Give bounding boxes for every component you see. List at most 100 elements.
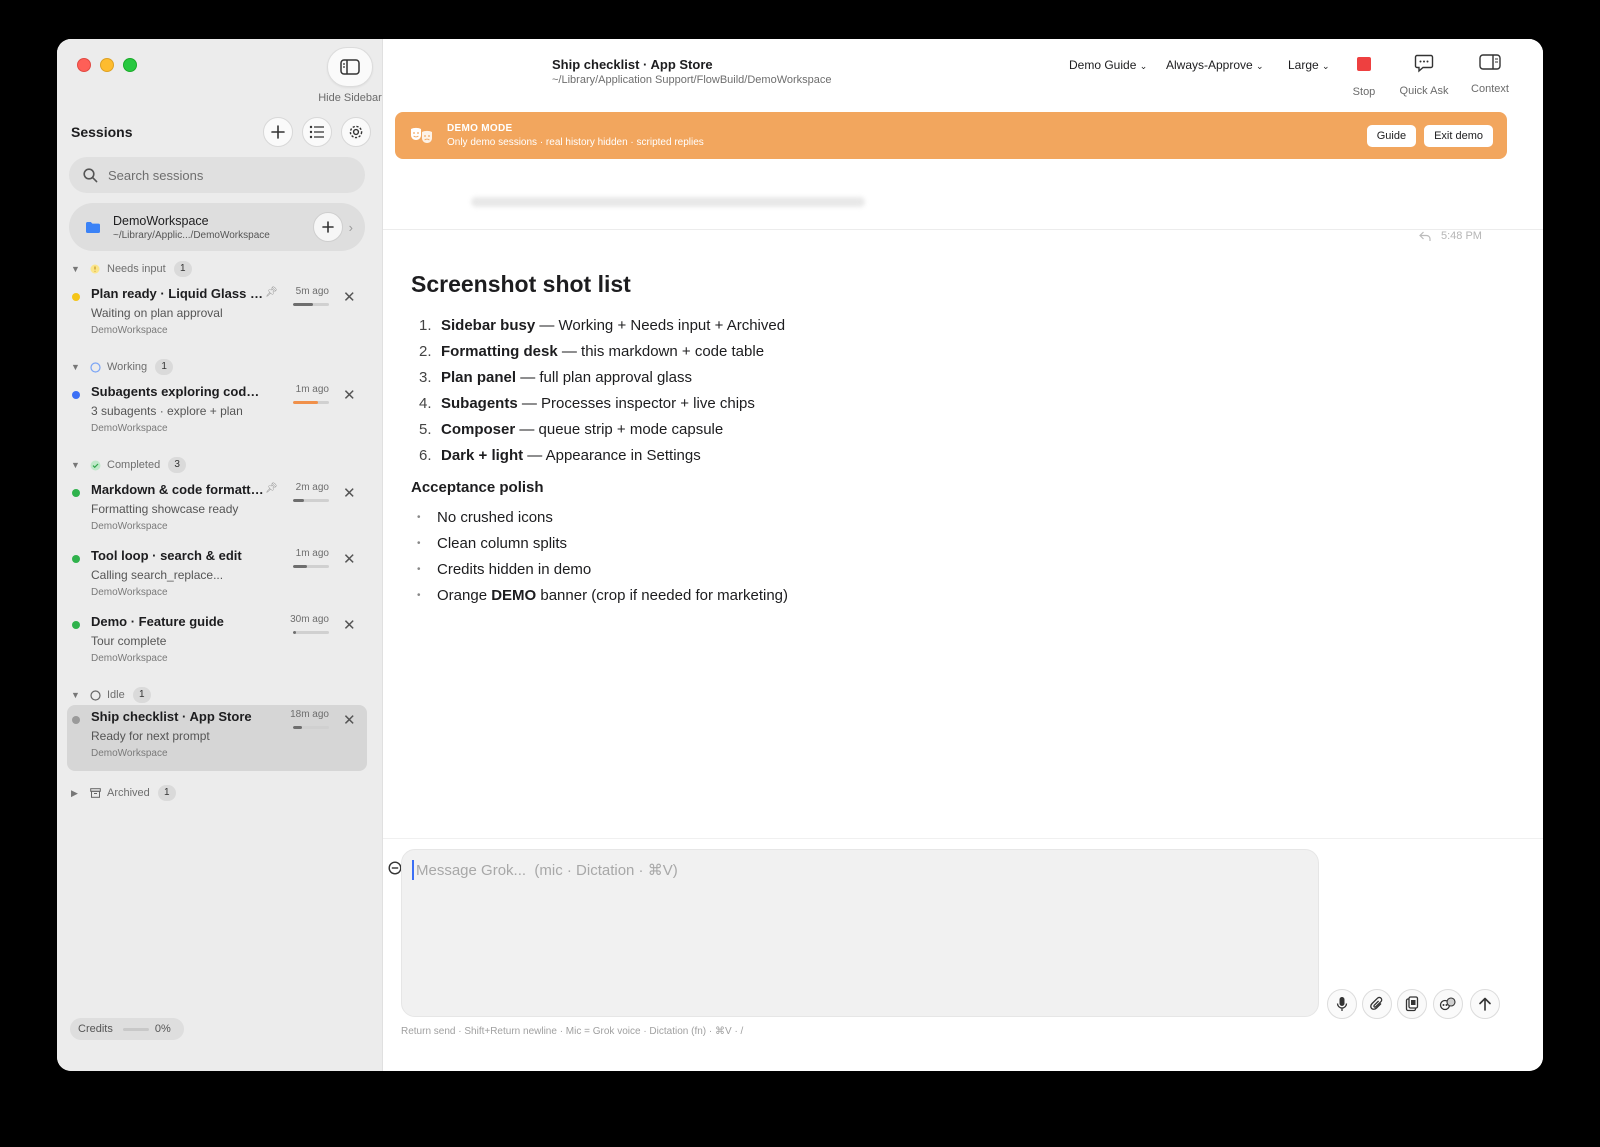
list-view-button[interactable] xyxy=(302,117,332,147)
session-progress-fill xyxy=(293,565,308,568)
session-item[interactable]: Markdown & code formatting 📌︎ Formatting s… xyxy=(67,478,367,540)
attach-button[interactable] xyxy=(1362,989,1392,1019)
session-item[interactable]: Subagents exploring codebase 3 subagents … xyxy=(67,380,367,442)
new-session-button[interactable] xyxy=(263,117,293,147)
pin-icon[interactable]: 📌︎ xyxy=(265,287,278,298)
send-button[interactable] xyxy=(1470,989,1500,1019)
close-icon[interactable]: ✕ xyxy=(343,550,356,568)
list-item-bold: Composer xyxy=(441,420,516,438)
keyboard-hints: Return send · Shift+Return newline · Mic… xyxy=(401,1026,744,1037)
close-icon[interactable]: ✕ xyxy=(343,616,356,634)
size-dropdown[interactable]: Large ⌄ xyxy=(1288,58,1330,72)
session-subtitle: Ready for next prompt xyxy=(91,729,210,743)
reply-arrow-icon[interactable] xyxy=(1419,231,1431,242)
plus-icon xyxy=(321,221,334,233)
close-icon[interactable]: ✕ xyxy=(343,386,356,404)
session-time: 1m ago xyxy=(295,548,329,559)
bullet-text: Clean column splits xyxy=(437,534,568,552)
session-workspace: DemoWorkspace xyxy=(91,325,168,336)
quick-ask-button[interactable]: Quick Ask xyxy=(1392,53,1456,97)
banner-title: DEMO MODE xyxy=(447,123,513,134)
session-subtitle: Formatting showcase ready xyxy=(91,502,239,516)
close-window-button[interactable] xyxy=(77,58,91,72)
approval-dropdown-label: Always-Approve xyxy=(1166,58,1253,72)
approval-dropdown[interactable]: Always-Approve ⌄ xyxy=(1166,58,1264,72)
group-needs-input[interactable]: ▼ Needs input 1 xyxy=(71,260,192,278)
doc-subheading: Acceptance polish xyxy=(411,479,544,496)
session-progress-fill xyxy=(293,499,304,502)
list-item: 6. Dark + light — Appearance in Settings xyxy=(411,442,1111,468)
guide-button[interactable]: Guide xyxy=(1366,124,1417,147)
message-input[interactable] xyxy=(412,860,1292,880)
sidebar-toggle-icon xyxy=(327,47,373,87)
session-progress-fill xyxy=(293,726,302,729)
group-completed[interactable]: ▼ Completed 3 xyxy=(71,456,187,474)
credits-bar xyxy=(122,1027,149,1031)
context-button[interactable]: Context xyxy=(1458,53,1522,95)
mode-capsule-icon[interactable] xyxy=(388,861,402,880)
exit-demo-button[interactable]: Exit demo xyxy=(1424,124,1493,147)
add-workspace-session-button[interactable] xyxy=(312,212,343,242)
session-item[interactable]: Tool loop · search & edit Calling search_… xyxy=(67,544,367,606)
chevron-down-icon: ⌄ xyxy=(1139,61,1148,71)
group-count: 3 xyxy=(168,457,187,473)
session-title: Subagents exploring codebase xyxy=(91,384,266,399)
working-circle-icon xyxy=(89,361,101,373)
clipboard-icon xyxy=(1405,996,1419,1012)
guide-dropdown[interactable]: Demo Guide ⌄ xyxy=(1069,58,1147,72)
traffic-lights xyxy=(77,58,137,72)
session-item-active[interactable]: Ship checklist · App Store Ready for next… xyxy=(67,705,367,771)
zoom-window-button[interactable] xyxy=(123,58,137,72)
close-icon[interactable]: ✕ xyxy=(343,711,356,729)
status-dot xyxy=(72,621,80,629)
chevron-right-icon: ▶ xyxy=(71,787,78,798)
alert-icon xyxy=(89,263,101,275)
chevron-right-icon[interactable]: › xyxy=(349,220,353,235)
session-title: Plan ready · Liquid Glass panel xyxy=(91,286,266,301)
session-item[interactable]: Plan ready · Liquid Glass panel 📌︎ Waiting… xyxy=(67,282,367,344)
search-sessions[interactable]: Search sessions xyxy=(69,157,365,193)
session-progress xyxy=(293,401,329,404)
demo-banner: DEMO MODE Only demo sessions · real hist… xyxy=(395,112,1507,159)
list-item-bold: Sidebar busy xyxy=(441,316,536,334)
search-input[interactable]: Search sessions xyxy=(108,168,203,183)
message-meta: 5:48 PM xyxy=(1419,230,1482,242)
stop-icon xyxy=(1357,57,1371,71)
sidebar: Hide Sidebar Sessions Search sessions De… xyxy=(57,39,383,1071)
bullet-item: • No crushed icons xyxy=(411,504,1111,530)
stop-button[interactable]: Stop xyxy=(1332,53,1396,98)
status-dot xyxy=(72,293,80,301)
group-count: 1 xyxy=(132,687,151,703)
message-time: 5:48 PM xyxy=(1441,230,1482,242)
mic-button[interactable] xyxy=(1327,989,1357,1019)
list-item-bold: Plan panel xyxy=(441,368,517,386)
composer[interactable] xyxy=(401,849,1319,1017)
group-idle[interactable]: ▼ Idle 1 xyxy=(71,686,151,704)
settings-button[interactable] xyxy=(341,117,371,147)
paste-button[interactable] xyxy=(1397,989,1427,1019)
group-working[interactable]: ▼ Working 1 xyxy=(71,358,174,376)
session-title: Demo · Feature guide xyxy=(91,614,224,629)
close-icon[interactable]: ✕ xyxy=(343,288,356,306)
minimize-window-button[interactable] xyxy=(100,58,114,72)
workspace-info: DemoWorkspace ~/Library/Applic.../DemoWo… xyxy=(113,214,313,241)
paperclip-icon xyxy=(1370,996,1383,1010)
close-icon[interactable]: ✕ xyxy=(343,484,356,502)
bullet-item: • Credits hidden in demo xyxy=(411,556,1111,582)
status-dot xyxy=(72,391,80,399)
pin-icon[interactable]: 📌︎ xyxy=(265,483,278,494)
size-dropdown-label: Large xyxy=(1288,58,1319,72)
list-item-text: — full plan approval glass xyxy=(516,368,692,386)
folder-icon xyxy=(86,221,100,233)
session-item[interactable]: Demo · Feature guide Tour complete DemoWor… xyxy=(67,610,367,672)
agents-button[interactable] xyxy=(1433,989,1463,1019)
chevron-down-icon: ▼ xyxy=(71,264,80,274)
chevron-down-icon: ⌄ xyxy=(1322,61,1330,71)
group-archived[interactable]: ▶ Archived 1 xyxy=(71,784,176,802)
session-time: 5m ago xyxy=(295,286,329,297)
list-item-bold: Dark + light xyxy=(441,446,524,464)
banner-text: DEMO MODE Only demo sessions · real hist… xyxy=(447,123,1359,148)
workspace-selector[interactable]: DemoWorkspace ~/Library/Applic.../DemoWo… xyxy=(69,203,365,251)
session-progress xyxy=(293,303,329,306)
sessions-title: Sessions xyxy=(71,124,133,140)
